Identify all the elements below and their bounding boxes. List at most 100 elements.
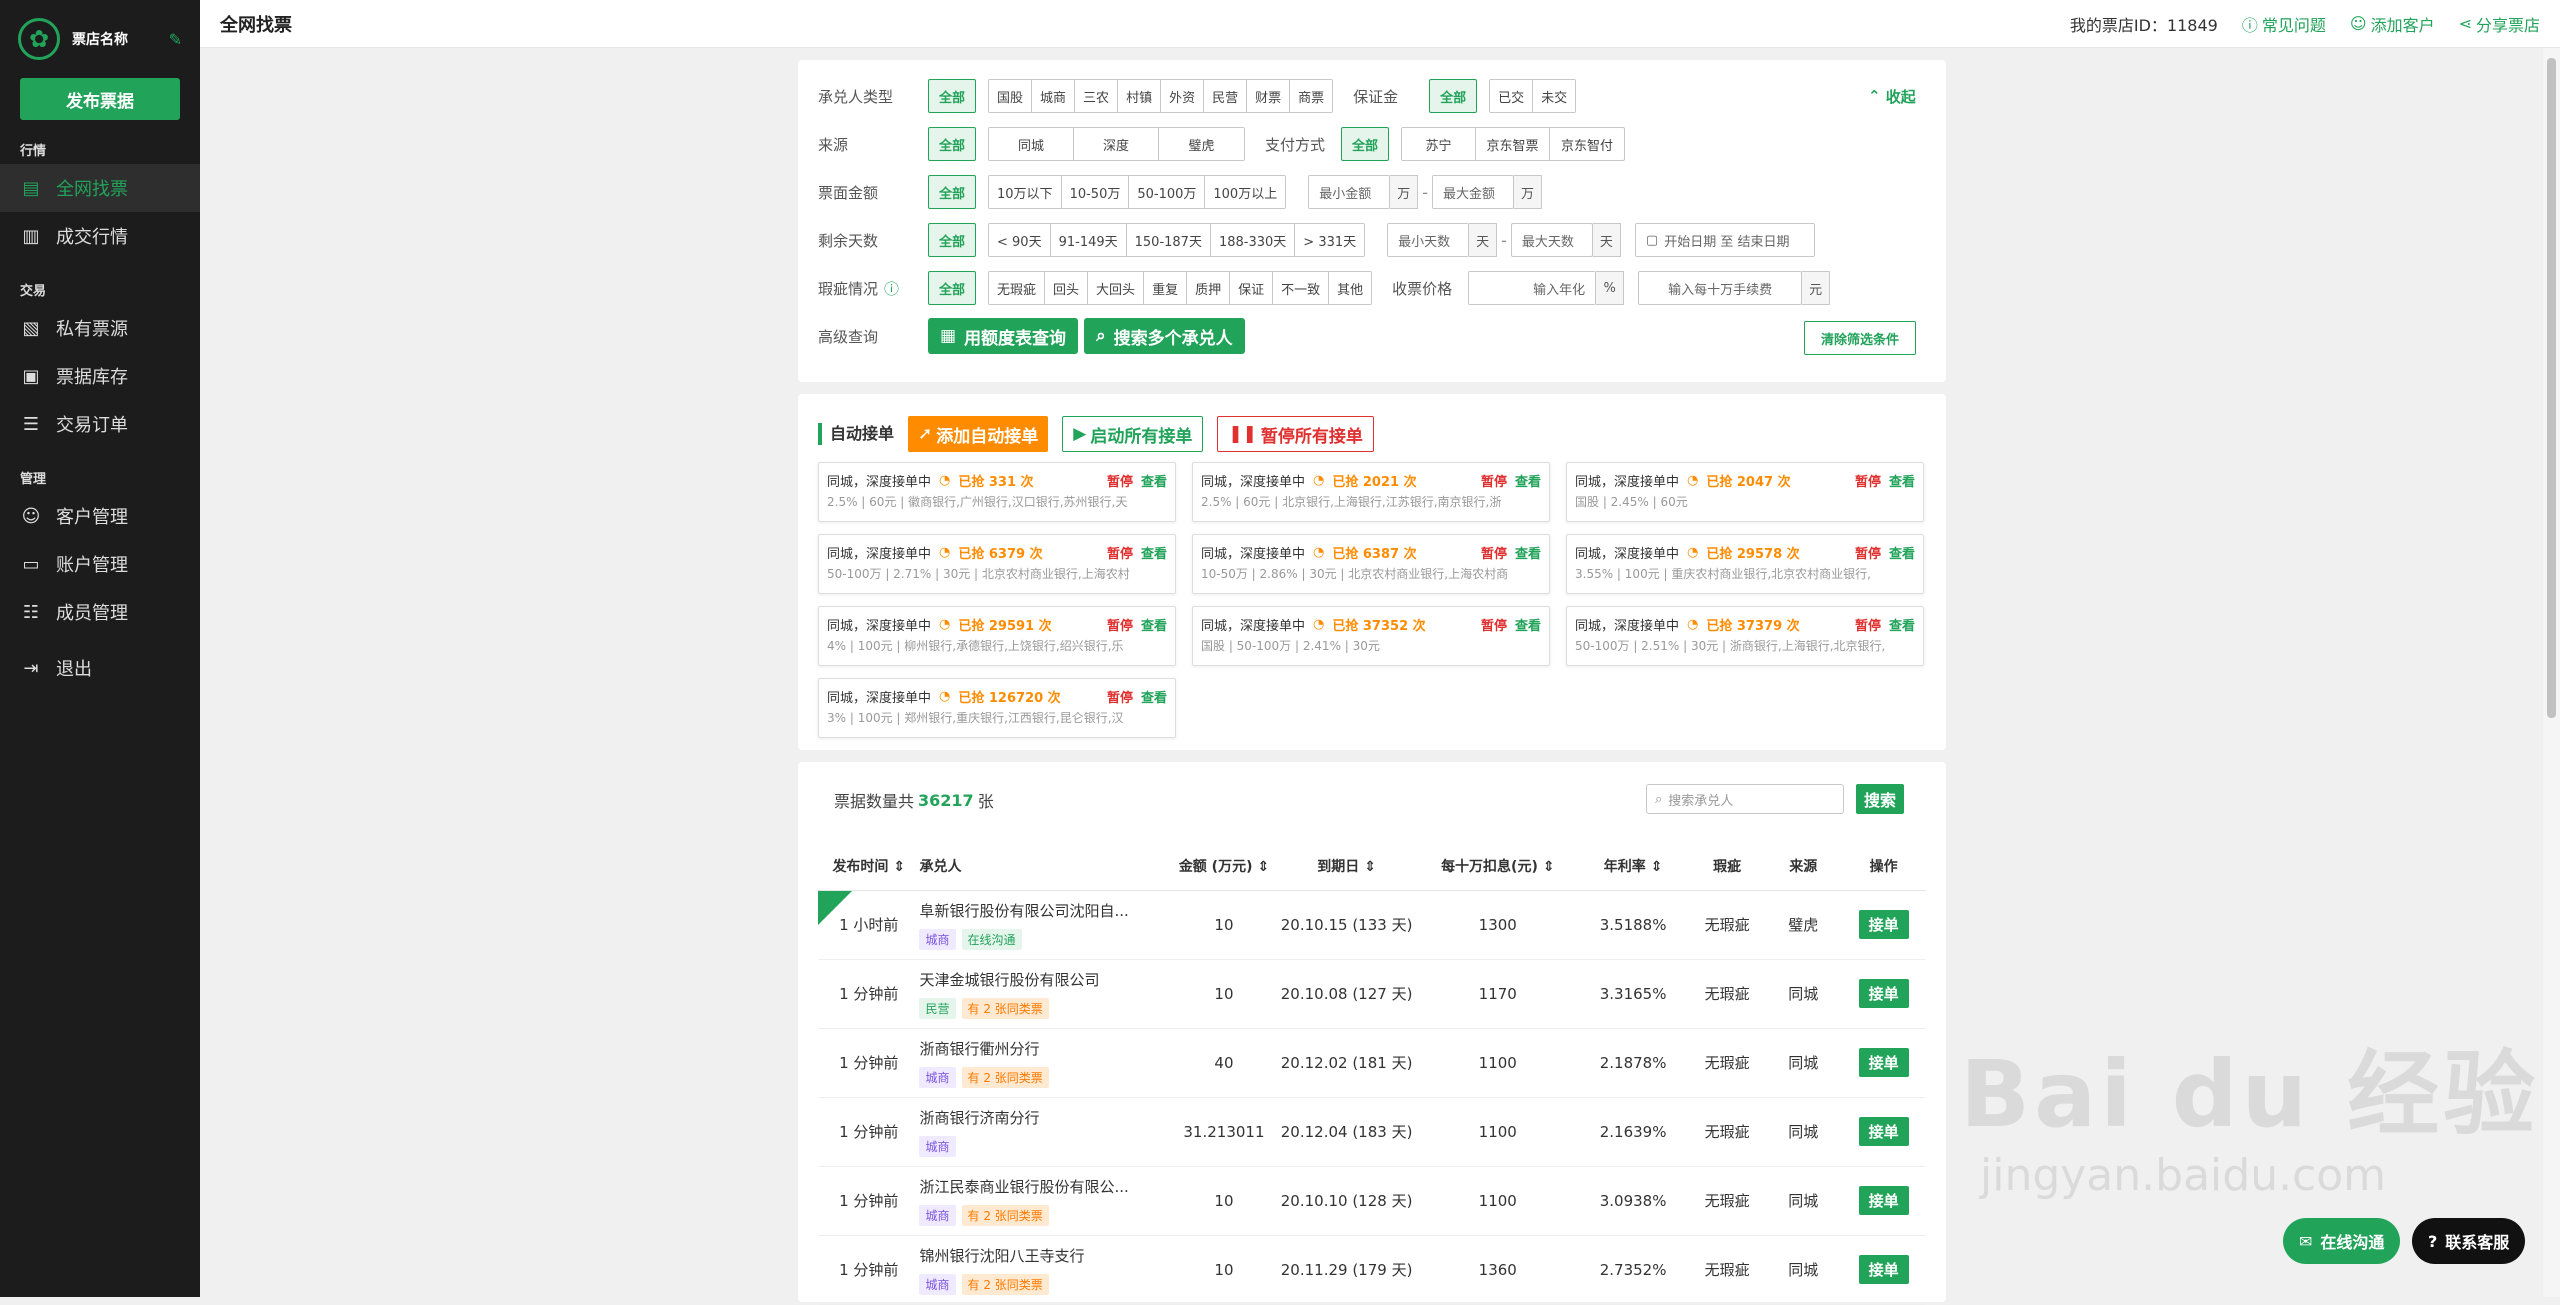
take-order-button[interactable]: 接单 <box>1858 910 1909 939</box>
column-header[interactable]: 每十万扣息(元) ⇕ <box>1418 842 1578 891</box>
table-row[interactable]: 1 分钟前 浙商银行衢州分行 城商有 2 张同类票 40 20.12.02 (181 天… <box>818 1028 1926 1098</box>
filter-option[interactable]: 150-187天 <box>1127 224 1211 256</box>
help-icon[interactable]: ⓘ <box>884 278 899 299</box>
min-days-input[interactable]: 最小天数 <box>1387 223 1470 257</box>
filter-option[interactable]: 无瑕疵 <box>989 272 1046 304</box>
table-query-button[interactable]: ▦ 用额度表查询 <box>928 318 1079 354</box>
filter-option[interactable]: 村镇 <box>1118 80 1162 112</box>
scrollbar[interactable] <box>2543 48 2560 1297</box>
filter-option[interactable]: 京东智票 <box>1476 128 1551 160</box>
filter-option[interactable]: < 90天 <box>989 224 1051 256</box>
take-order-button[interactable]: 接单 <box>1858 1048 1909 1077</box>
filter-option[interactable]: 188-330天 <box>1211 224 1296 256</box>
filter-option[interactable]: 10-50万 <box>1062 176 1130 208</box>
payment-all-chip[interactable]: 全部 <box>1341 127 1390 161</box>
filter-option[interactable]: 三农 <box>1075 80 1119 112</box>
filter-option[interactable]: 城商 <box>1032 80 1076 112</box>
card-view-button[interactable]: 查看 <box>1515 543 1541 562</box>
filter-option[interactable]: 已交 <box>1490 80 1534 112</box>
table-row[interactable]: 1 分钟前 浙商银行济南分行 城商 31.213011 20.12.04 (183 天)… <box>818 1097 1926 1167</box>
filter-option[interactable]: 外资 <box>1161 80 1205 112</box>
acceptor-name[interactable]: 天津金城银行股份有限公司 <box>919 969 1173 990</box>
filter-option[interactable]: 回头 <box>1045 272 1089 304</box>
table-row[interactable]: 1 分钟前 浙江民泰商业银行股份有限公... 城商有 2 张同类票 10 20.10.1… <box>818 1166 1926 1236</box>
card-view-button[interactable]: 查看 <box>1515 615 1541 634</box>
add-auto-order-button[interactable]: ➚ 添加自动接单 <box>908 416 1049 452</box>
date-range-input[interactable]: ▢ 开始日期 至 结束日期 <box>1634 223 1815 257</box>
filter-option[interactable]: 100万以上 <box>1205 176 1285 208</box>
share-link[interactable]: ⋖ 分享票店 <box>2459 12 2540 36</box>
acceptor-all-chip[interactable]: 全部 <box>928 79 977 113</box>
filter-option[interactable]: 民营 <box>1204 80 1248 112</box>
filter-option[interactable]: 同城 <box>989 128 1075 160</box>
card-pause-button[interactable]: 暂停 <box>1855 471 1881 490</box>
filter-option[interactable]: 京东智付 <box>1550 128 1624 160</box>
card-view-button[interactable]: 查看 <box>1889 615 1915 634</box>
nav-item[interactable]: ☰ 交易订单 <box>0 400 200 448</box>
logout-button[interactable]: ⇥ 退出 <box>0 644 200 692</box>
max-days-input[interactable]: 最大天数 <box>1510 223 1593 257</box>
days-all-chip[interactable]: 全部 <box>928 223 977 257</box>
contact-service-button[interactable]: ? 联系客服 <box>2412 1218 2526 1264</box>
fee-input[interactable]: 输入每十万手续费 <box>1638 271 1803 305</box>
card-pause-button[interactable]: 暂停 <box>1107 615 1133 634</box>
card-pause-button[interactable]: 暂停 <box>1481 471 1507 490</box>
card-view-button[interactable]: 查看 <box>1141 687 1167 706</box>
clear-filters-button[interactable]: 清除筛选条件 <box>1804 321 1917 355</box>
card-view-button[interactable]: 查看 <box>1889 471 1915 490</box>
nav-item[interactable]: ☷ 成员管理 <box>0 588 200 636</box>
filter-option[interactable]: 重复 <box>1144 272 1188 304</box>
tag[interactable]: 在线沟通 <box>961 928 1022 950</box>
take-order-button[interactable]: 接单 <box>1858 1117 1909 1146</box>
column-header[interactable]: 到期日 ⇕ <box>1274 842 1419 891</box>
max-amount-input[interactable]: 最大金额 <box>1432 175 1514 209</box>
card-view-button[interactable]: 查看 <box>1889 543 1915 562</box>
nav-item[interactable]: ▤ 全网找票 <box>0 164 200 212</box>
filter-option[interactable]: 深度 <box>1074 128 1160 160</box>
card-pause-button[interactable]: 暂停 <box>1481 543 1507 562</box>
collapse-button[interactable]: ⌃ 收起 <box>1868 78 1916 114</box>
card-view-button[interactable]: 查看 <box>1141 543 1167 562</box>
card-pause-button[interactable]: 暂停 <box>1855 543 1881 562</box>
filter-option[interactable]: 商票 <box>1290 80 1332 112</box>
card-view-button[interactable]: 查看 <box>1515 471 1541 490</box>
rate-input[interactable]: 输入年化 <box>1468 271 1597 305</box>
filter-option[interactable]: 91-149天 <box>1051 224 1127 256</box>
filter-option[interactable]: 未交 <box>1533 80 1575 112</box>
acceptor-name[interactable]: 浙商银行济南分行 <box>919 1107 1173 1128</box>
acceptor-name[interactable]: 阜新银行股份有限公司沈阳自... <box>919 900 1173 921</box>
column-header[interactable]: 瑕疵 <box>1689 842 1766 891</box>
search-button[interactable]: 搜索 <box>1856 784 1905 814</box>
publish-button[interactable]: 发布票据 <box>20 78 180 120</box>
filter-option[interactable]: 璧虎 <box>1159 128 1244 160</box>
online-chat-button[interactable]: ✉ 在线沟通 <box>2283 1218 2401 1264</box>
card-pause-button[interactable]: 暂停 <box>1107 471 1133 490</box>
table-row[interactable]: 1 分钟前 天津金城银行股份有限公司 民营有 2 张同类票 10 20.10.08 (1… <box>818 959 1926 1029</box>
column-header[interactable]: 来源 <box>1765 842 1842 891</box>
column-header[interactable]: 年利率 ⇕ <box>1577 842 1690 891</box>
filter-option[interactable]: 苏宁 <box>1402 128 1477 160</box>
defect-all-chip[interactable]: 全部 <box>928 271 977 305</box>
filter-option[interactable]: 财票 <box>1247 80 1291 112</box>
multi-search-button[interactable]: ⌕ 搜索多个承兑人 <box>1084 318 1245 354</box>
filter-option[interactable]: 50-100万 <box>1129 176 1206 208</box>
scrollbar-thumb[interactable] <box>2547 58 2556 718</box>
nav-item[interactable]: ☺ 客户管理 <box>0 492 200 540</box>
take-order-button[interactable]: 接单 <box>1858 1186 1909 1215</box>
nav-item[interactable]: ▧ 私有票源 <box>0 304 200 352</box>
card-pause-button[interactable]: 暂停 <box>1107 543 1133 562</box>
card-view-button[interactable]: 查看 <box>1141 615 1167 634</box>
filter-option[interactable]: 大回头 <box>1088 272 1145 304</box>
source-all-chip[interactable]: 全部 <box>928 127 977 161</box>
nav-item[interactable]: ▣ 票据库存 <box>0 352 200 400</box>
min-amount-input[interactable]: 最小金额 <box>1308 175 1391 209</box>
filter-option[interactable]: 国股 <box>989 80 1033 112</box>
deposit-all-chip[interactable]: 全部 <box>1429 79 1478 113</box>
column-header[interactable]: 承兑人 <box>919 842 1174 891</box>
card-pause-button[interactable]: 暂停 <box>1481 615 1507 634</box>
table-row[interactable]: 1 小时前 阜新银行股份有限公司沈阳自... 城商 在线沟通 10 20.10.15 (1… <box>818 890 1926 960</box>
card-view-button[interactable]: 查看 <box>1141 471 1167 490</box>
take-order-button[interactable]: 接单 <box>1858 979 1909 1008</box>
filter-option[interactable]: > 331天 <box>1295 224 1364 256</box>
filter-option[interactable]: 其他 <box>1329 272 1371 304</box>
